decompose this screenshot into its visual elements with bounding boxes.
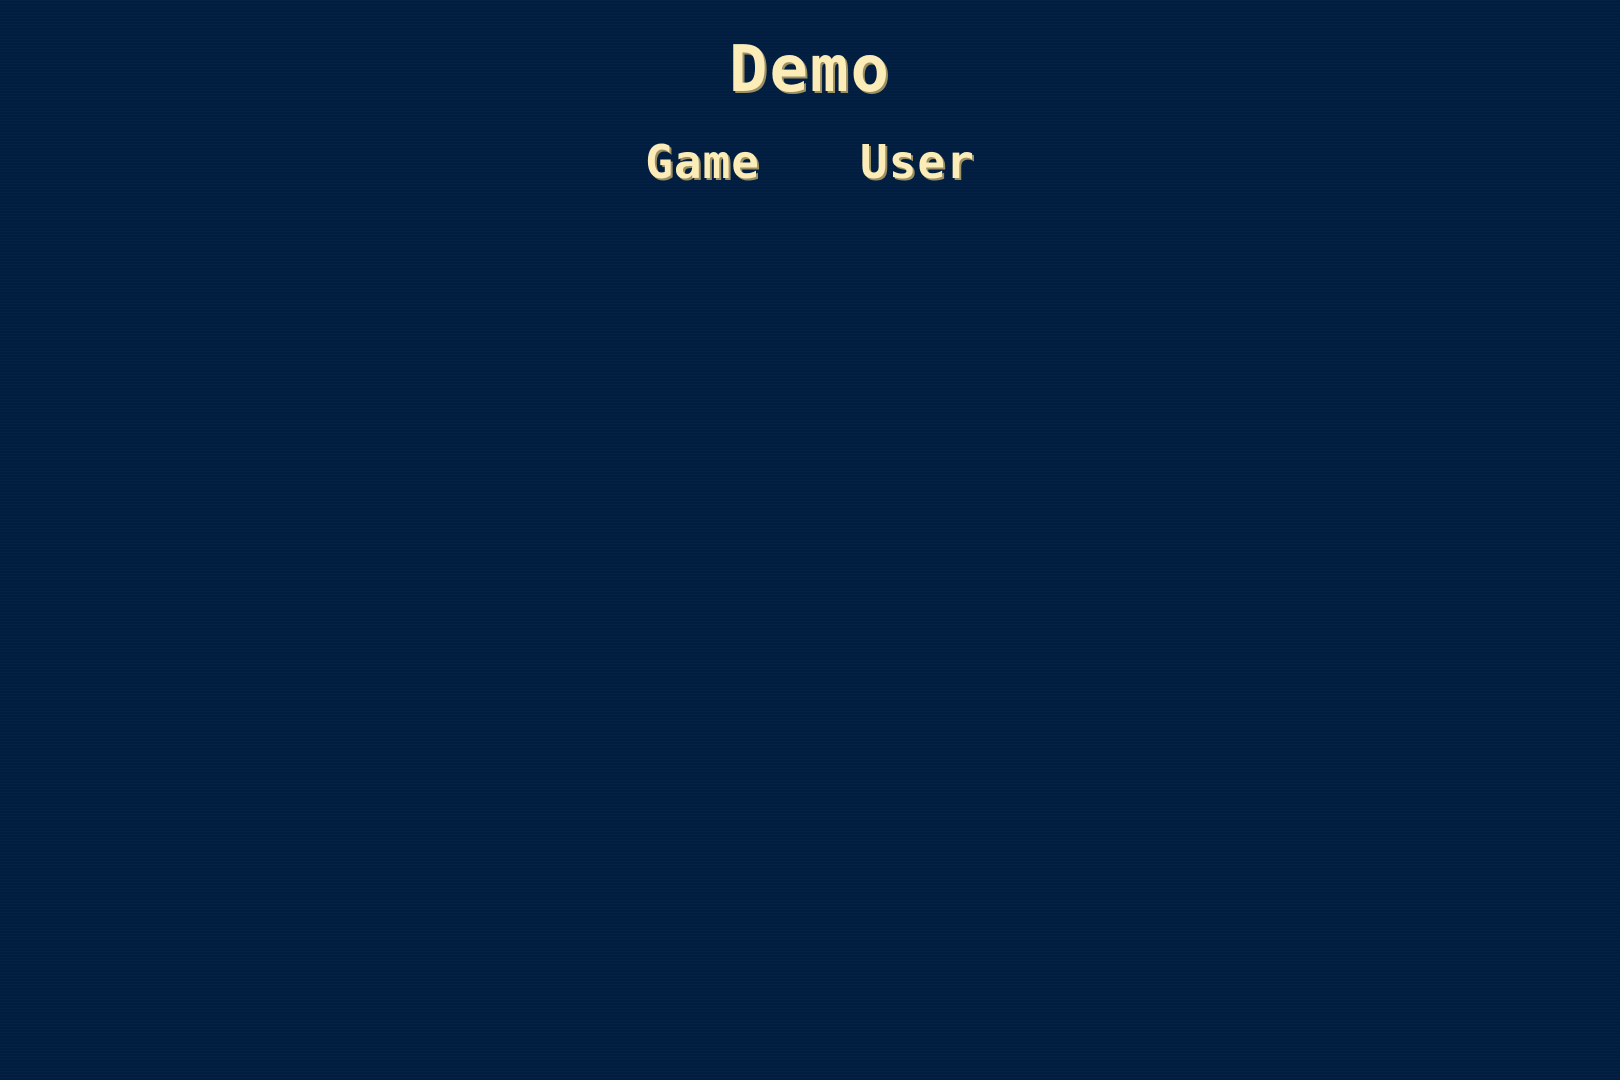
game-screen: Demo Game User [0,0,1620,1080]
nav-link-user[interactable]: User [860,132,975,192]
page-title: Demo [728,33,892,107]
main-nav: Game User [0,132,1620,192]
nav-link-game[interactable]: Game [645,132,760,192]
